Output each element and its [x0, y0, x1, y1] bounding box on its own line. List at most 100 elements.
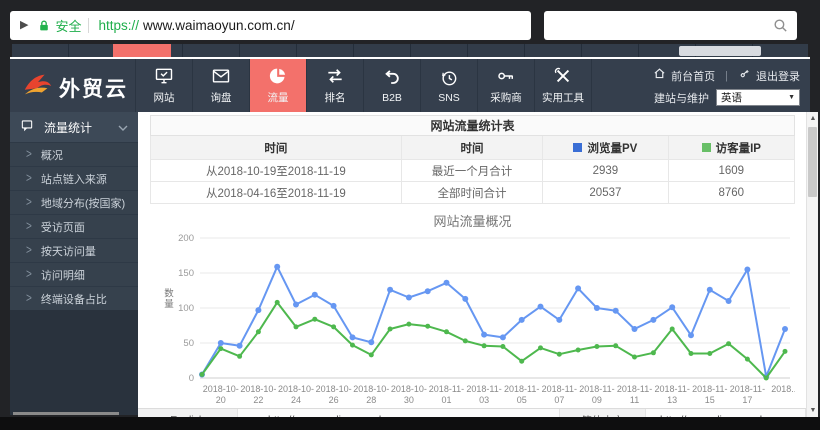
sidebar-item[interactable]: >按天访问量 — [10, 238, 138, 262]
language-select[interactable]: 英语 ▼ — [716, 89, 800, 106]
language-value: 英语 — [721, 90, 742, 105]
nav-menu: 网站询盘流量排名B2BSNS采购商实用工具 — [135, 59, 592, 112]
cell-period: 最近一个月合计 — [402, 160, 543, 181]
sidebar-item[interactable]: >概况 — [10, 142, 138, 166]
svg-text:2018-10-: 2018-10- — [203, 384, 239, 394]
nav-item-b2b-return-arrow[interactable]: B2B — [364, 59, 421, 112]
traffic-stats-table: 网站流量统计表 时间 时间 浏览量PV 访客量IP 从2018-10-19至20… — [150, 115, 795, 204]
svg-text:2018-10-: 2018-10- — [240, 384, 276, 394]
chevron-right-icon: > — [26, 291, 32, 305]
svg-text:150: 150 — [178, 268, 194, 279]
svg-text:20: 20 — [216, 395, 226, 405]
nav-right-zone: 前台首页 | 退出登录 建站与维护 英语 ▼ — [570, 59, 800, 112]
svg-text:15: 15 — [705, 395, 715, 405]
svg-text:22: 22 — [253, 395, 263, 405]
maintain-label: 建站与维护 — [654, 90, 709, 106]
scroll-up-arrow-icon[interactable]: ▲ — [807, 112, 819, 125]
content-scrollbar[interactable]: ▲ ▼ — [806, 112, 818, 417]
sidebar-item[interactable]: >地域分布(按国家) — [10, 190, 138, 214]
chevron-right-icon: > — [26, 195, 32, 209]
nav-item-inquiry-mail[interactable]: 询盘 — [193, 59, 250, 112]
browser-search-box[interactable] — [544, 11, 797, 40]
sidebar-item-label: 受访页面 — [41, 219, 85, 235]
security-label: 安全 — [55, 16, 81, 35]
ghost-active-segment — [113, 44, 171, 57]
col-header-time-period: 时间 — [402, 136, 543, 159]
sidebar-item-label: 概况 — [41, 147, 63, 163]
logout-link[interactable]: 退出登录 — [756, 68, 800, 84]
svg-text:200: 200 — [178, 233, 194, 244]
svg-text:2018-11-: 2018-11- — [692, 384, 727, 394]
svg-text:2018-11-: 2018-11- — [429, 384, 464, 394]
svg-text:28: 28 — [366, 395, 376, 405]
site-list-row: English http://www.sealine-supply.com 简体… — [138, 408, 806, 417]
address-bar[interactable]: ▶ 安全 https:// www.waimaoyun.com.cn/ — [10, 11, 531, 40]
table-row: 从2018-10-19至2018-11-19 最近一个月合计 2939 1609 — [150, 160, 795, 182]
nav-item-label: 网站 — [154, 90, 175, 105]
nav-item-buyer-key[interactable]: 采购商 — [478, 59, 535, 112]
sidebar-item[interactable]: > 访问明细 — [10, 262, 138, 286]
nav-item-label: SNS — [438, 92, 460, 104]
scroll-down-arrow-icon[interactable]: ▼ — [807, 404, 819, 417]
nav-item-ranking-arrows[interactable]: 排名 — [307, 59, 364, 112]
svg-text:05: 05 — [517, 395, 527, 405]
nav-item-traffic-pie[interactable]: 流量 — [250, 59, 307, 112]
svg-text:26: 26 — [329, 395, 339, 405]
home-icon — [653, 67, 666, 85]
top-navbar: 外贸云 网站询盘流量排名B2BSNS采购商实用工具 前台首页 | 退出登录 建站… — [10, 59, 810, 112]
col-header-pv: 浏览量PV — [543, 136, 668, 159]
app-screen: ▶ 安全 https:// www.waimaoyun.com.cn/ 外贸云 — [0, 0, 820, 430]
website-monitor-icon — [154, 66, 174, 86]
chevron-right-icon: > — [26, 267, 32, 281]
nav-item-sns-history[interactable]: SNS — [421, 59, 478, 112]
svg-text:2018-11-: 2018-11- — [466, 384, 501, 394]
nav-item-website-monitor[interactable]: 网站 — [136, 59, 193, 112]
ranking-arrows-icon — [325, 66, 345, 86]
nav-item-label: 排名 — [325, 90, 346, 105]
nav-item-label: 流量 — [268, 90, 289, 105]
play-icon[interactable]: ▶ — [20, 20, 28, 31]
table-row: 从2018-04-16至2018-11-19 全部时间合计 20537 8760 — [150, 182, 795, 204]
sidebar-header-label: 流量统计 — [44, 119, 118, 136]
sidebar-item[interactable]: >受访页面 — [10, 214, 138, 238]
sns-history-icon — [439, 68, 459, 88]
brand-logo[interactable]: 外贸云 — [22, 70, 128, 105]
table-header-row: 时间 时间 浏览量PV 访客量IP — [150, 136, 795, 160]
search-input[interactable] — [544, 11, 772, 40]
svg-text:09: 09 — [592, 395, 602, 405]
sidebar-item[interactable]: >站点链入来源 — [10, 166, 138, 190]
cell-range: 从2018-04-16至2018-11-19 — [151, 182, 402, 203]
scrollbar-thumb[interactable] — [808, 127, 817, 197]
svg-text:2018...: 2018... — [771, 384, 795, 394]
ip-legend-square — [702, 143, 711, 152]
traffic-line-chart: 0501001502002018-10-202018-10-222018-10-… — [150, 228, 795, 410]
sidebar-item-label: 访问明细 — [41, 267, 85, 283]
svg-text:2018-11-: 2018-11- — [617, 384, 652, 394]
svg-text:50: 50 — [183, 338, 194, 349]
b2b-return-arrow-icon — [382, 68, 402, 88]
front-home-link[interactable]: 前台首页 — [671, 68, 715, 84]
ghost-navbar-strip — [12, 44, 808, 57]
pv-legend-label: 浏览量PV — [587, 140, 637, 156]
cell-ip: 1609 — [669, 160, 794, 181]
sidebar-item[interactable]: > 终端设备占比 — [10, 286, 138, 310]
search-icon[interactable] — [772, 17, 789, 34]
chevron-down-icon — [118, 118, 128, 136]
site-language-label: 简体中文 — [560, 409, 646, 417]
nav-item-label: 询盘 — [211, 90, 232, 105]
sidebar-item-label: 终端设备占比 — [41, 291, 107, 307]
svg-text:17: 17 — [742, 395, 752, 405]
table-caption: 网站流量统计表 — [150, 115, 795, 136]
cell-pv: 20537 — [543, 182, 668, 203]
site-url-link[interactable]: http://www.sealine-supply.com — [238, 409, 560, 417]
site-url-link[interactable]: http://cn.sealine-supply.com — [646, 409, 806, 417]
sidebar-item-list: >概况>站点链入来源>地域分布(按国家)>受访页面>按天访问量>访问明细>终端设… — [10, 142, 138, 310]
sidebar-header-traffic-stats[interactable]: 流量统计 — [10, 112, 138, 142]
inquiry-mail-icon — [211, 66, 231, 86]
url-protocol: https:// — [98, 18, 139, 33]
url-text[interactable]: www.waimaoyun.com.cn/ — [143, 18, 295, 33]
lock-icon — [37, 18, 51, 34]
svg-text:03: 03 — [479, 395, 489, 405]
svg-text:01: 01 — [441, 395, 451, 405]
svg-text:07: 07 — [554, 395, 564, 405]
